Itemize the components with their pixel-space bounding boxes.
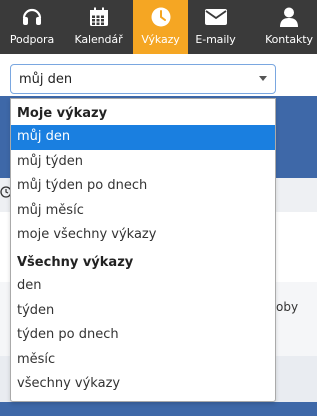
background-text: oby [276, 300, 299, 314]
background-footer-band [0, 402, 317, 416]
report-view-dropdown: Moje výkazy můj den můj týden můj týden … [10, 98, 276, 402]
option-tyden[interactable]: týden [11, 299, 275, 324]
option-tyden-po-dnech[interactable]: týden po dnech [11, 323, 275, 348]
option-muj-tyden-po-dnech[interactable]: můj týden po dnech [11, 174, 275, 199]
top-navigation: Podpora Kalendář Výkazy E-maily Kontakty [0, 0, 317, 54]
option-vsechny-vykazy[interactable]: všechny výkazy [11, 372, 275, 397]
nav-item-emaily[interactable]: E-maily [188, 0, 243, 54]
nav-label-kontakty: Kontakty [265, 33, 313, 46]
nav-label-podpora: Podpora [9, 33, 55, 46]
option-moje-vsechny-vykazy[interactable]: moje všechny výkazy [11, 223, 275, 248]
nav-label-vykazy: Výkazy [141, 33, 180, 46]
envelope-icon [202, 5, 230, 29]
option-muj-mesic[interactable]: můj měsíc [11, 199, 275, 224]
group-header-vsechny-vykazy: Všechny výkazy [17, 254, 134, 270]
nav-label-emaily: E-maily [195, 33, 236, 46]
nav-item-podpora[interactable]: Podpora [0, 0, 64, 54]
caret-down-icon [259, 76, 267, 81]
select-value: můj den [19, 71, 73, 87]
nav-item-kontakty[interactable]: Kontakty [261, 0, 317, 54]
report-view-select[interactable]: můj den [10, 64, 276, 94]
option-muj-tyden[interactable]: můj týden [11, 150, 275, 175]
option-den[interactable]: den [11, 274, 275, 299]
group-header-moje-vykazy: Moje výkazy [17, 106, 108, 121]
nav-label-kalendar: Kalendář [74, 33, 123, 46]
option-muj-den[interactable]: můj den [11, 125, 275, 150]
person-icon [275, 5, 303, 29]
headset-icon [18, 5, 46, 29]
clock-icon [147, 5, 175, 29]
nav-item-vykazy[interactable]: Výkazy [133, 0, 188, 54]
option-mesic[interactable]: měsíc [11, 348, 275, 373]
calendar-icon [85, 5, 113, 29]
nav-item-kalendar[interactable]: Kalendář [64, 0, 133, 54]
